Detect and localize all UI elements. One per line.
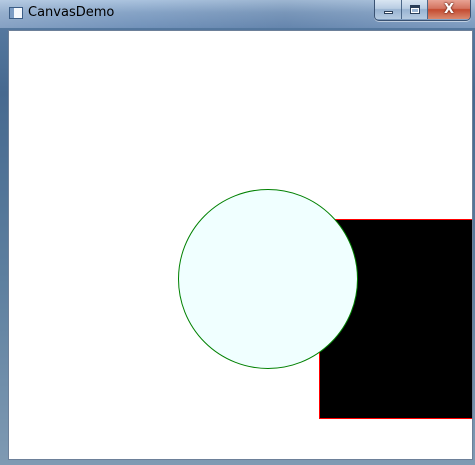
app-window: CanvasDemo X <box>0 0 475 465</box>
minimize-button[interactable] <box>375 0 401 19</box>
window-controls: X <box>374 0 471 21</box>
maximize-button[interactable] <box>401 0 427 19</box>
close-icon: X <box>443 2 455 17</box>
title-bar[interactable]: CanvasDemo X <box>0 0 475 28</box>
window-title: CanvasDemo <box>28 5 115 20</box>
canvas-circle <box>178 189 358 369</box>
window-app-icon[interactable] <box>9 7 23 19</box>
canvas <box>178 189 472 419</box>
canvas-area <box>8 30 473 460</box>
close-button[interactable]: X <box>427 0 470 19</box>
maximize-icon <box>409 5 420 14</box>
minimize-icon <box>383 11 393 14</box>
